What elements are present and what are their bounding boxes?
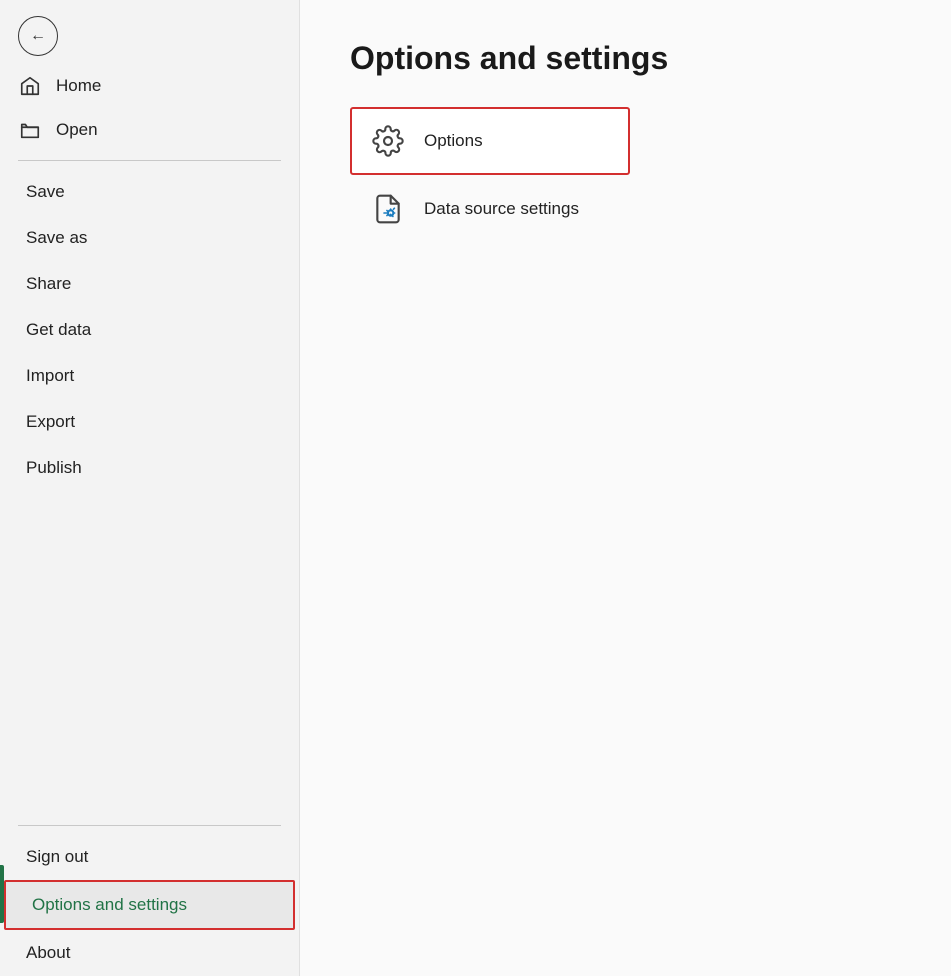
sidebar-item-sign-out[interactable]: Sign out bbox=[0, 834, 299, 880]
sign-out-label: Sign out bbox=[26, 847, 88, 866]
publish-label: Publish bbox=[26, 458, 82, 477]
gear-icon bbox=[370, 123, 406, 159]
data-source-icon bbox=[370, 191, 406, 227]
open-label: Open bbox=[56, 120, 98, 140]
sidebar-item-save[interactable]: Save bbox=[0, 169, 299, 215]
open-icon bbox=[18, 118, 42, 142]
options-label: Options bbox=[424, 131, 483, 151]
back-button[interactable]: ← bbox=[18, 16, 58, 56]
save-as-label: Save as bbox=[26, 228, 87, 247]
about-label: About bbox=[26, 943, 70, 962]
options-list: Options Data source settings bbox=[350, 107, 901, 243]
data-source-settings-label: Data source settings bbox=[424, 199, 579, 219]
sidebar-item-save-as[interactable]: Save as bbox=[0, 215, 299, 261]
options-and-settings-label: Options and settings bbox=[32, 895, 187, 914]
options-card[interactable]: Options bbox=[350, 107, 630, 175]
sidebar-item-options-and-settings[interactable]: Options and settings bbox=[4, 880, 295, 930]
home-label: Home bbox=[56, 76, 101, 96]
nav-divider-bottom bbox=[18, 825, 281, 826]
nav-top: Home Open bbox=[0, 64, 299, 152]
nav-divider-top bbox=[18, 160, 281, 161]
sidebar-item-open[interactable]: Open bbox=[0, 108, 299, 152]
sidebar-item-get-data[interactable]: Get data bbox=[0, 307, 299, 353]
share-label: Share bbox=[26, 274, 71, 293]
import-label: Import bbox=[26, 366, 74, 385]
save-label: Save bbox=[26, 182, 65, 201]
export-label: Export bbox=[26, 412, 75, 431]
back-arrow-icon: ← bbox=[30, 28, 46, 44]
sidebar: ← Home Open Save bbox=[0, 0, 300, 976]
main-content: Options and settings Options bbox=[300, 0, 951, 976]
sidebar-item-import[interactable]: Import bbox=[0, 353, 299, 399]
sidebar-item-home[interactable]: Home bbox=[0, 64, 299, 108]
page-title: Options and settings bbox=[350, 40, 901, 77]
data-source-settings-card[interactable]: Data source settings bbox=[350, 175, 630, 243]
active-indicator bbox=[0, 865, 4, 923]
nav-items: Save Save as Share Get data Import Expor… bbox=[0, 169, 299, 491]
get-data-label: Get data bbox=[26, 320, 91, 339]
home-icon bbox=[18, 74, 42, 98]
sidebar-item-share[interactable]: Share bbox=[0, 261, 299, 307]
sidebar-bottom: Sign out Options and settings About bbox=[0, 817, 299, 976]
sidebar-item-export[interactable]: Export bbox=[0, 399, 299, 445]
sidebar-item-about[interactable]: About bbox=[0, 930, 299, 976]
sidebar-item-publish[interactable]: Publish bbox=[0, 445, 299, 491]
